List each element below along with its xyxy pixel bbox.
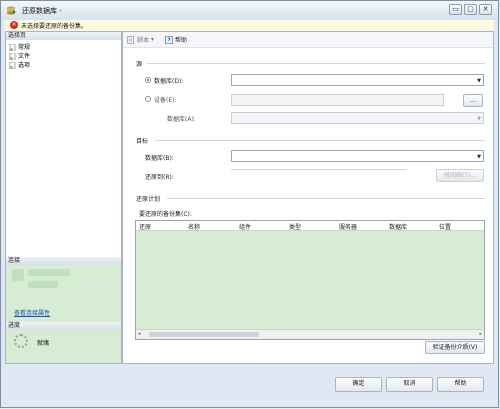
cancel-button[interactable]: 取消: [386, 377, 433, 392]
page-icon: [9, 44, 16, 51]
title-bar[interactable]: 还原数据库 - ▭ ▢ ✕: [1, 1, 498, 20]
select-page-header: 选择页: [6, 32, 121, 40]
connection-header: 连接: [6, 257, 121, 265]
table-header: 还原 名称 组件 类型 服务器 数据库 位置: [136, 221, 484, 231]
page-item-label: 文件: [18, 53, 31, 60]
device-database-label: 数据库(A):: [167, 116, 196, 123]
source-section-label: 源: [136, 61, 143, 68]
chevron-down-icon: ▼: [477, 154, 481, 160]
restore-plan-section-label: 还原计划: [136, 196, 161, 203]
scroll-right-icon[interactable]: ▸: [479, 331, 482, 337]
verify-backup-media-button[interactable]: 验证备份介质(V): [425, 341, 485, 354]
column-header-type[interactable]: 类型: [289, 222, 301, 231]
scroll-left-icon[interactable]: ◂: [138, 331, 141, 337]
page-icon: [9, 53, 16, 60]
target-divider: [155, 140, 485, 141]
page-item-label: 选项: [18, 62, 31, 69]
restore-to-value: [231, 169, 407, 170]
column-header-restore[interactable]: 还原: [139, 222, 151, 231]
database-restore-icon: [7, 6, 16, 15]
ok-button[interactable]: 确定: [335, 377, 382, 392]
view-connection-properties-link[interactable]: 查看连接属性: [14, 308, 50, 317]
target-database-select[interactable]: ▼: [231, 150, 484, 162]
minimize-button[interactable]: ▭: [449, 4, 462, 15]
page-item-files[interactable]: 文件: [9, 52, 30, 61]
left-panel: 选择页 常规 文件 选项 连接 查看连接属性 进度 就绪: [5, 31, 122, 364]
maximize-button[interactable]: ▢: [464, 4, 477, 15]
backup-sets-table[interactable]: 还原 名称 组件 类型 服务器 数据库 位置 ◂ ▸: [135, 220, 485, 340]
progress-status: 就绪: [37, 340, 50, 347]
window-title: 还原数据库 -: [22, 7, 62, 15]
scrollbar-thumb[interactable]: [149, 332, 259, 337]
column-header-database[interactable]: 数据库: [389, 222, 407, 231]
database-radio-label: 数据库(D):: [154, 78, 184, 85]
page-list: 常规 文件 选项: [9, 43, 30, 70]
connection-server-redacted: [28, 269, 70, 276]
restore-plan-divider: [167, 198, 485, 199]
help-label: 帮助: [175, 37, 188, 44]
toolbar: 脚本 ▾ 帮助: [123, 32, 493, 48]
source-divider: [147, 63, 485, 64]
device-radio[interactable]: [145, 96, 151, 102]
progress-spinner-icon: [14, 334, 28, 348]
column-header-name[interactable]: 名称: [188, 222, 200, 231]
page-icon: [9, 62, 16, 69]
device-path-input[interactable]: [231, 94, 444, 106]
script-button[interactable]: 脚本 ▾: [127, 35, 154, 44]
chevron-down-icon: ▾: [151, 36, 155, 43]
connection-user-redacted: [28, 281, 58, 288]
script-label: 脚本: [137, 37, 150, 44]
error-message: 未选择要还原的备份集。: [21, 23, 88, 30]
target-section-label: 目标: [136, 138, 149, 145]
column-header-location[interactable]: 位置: [439, 222, 451, 231]
browse-button[interactable]: ...: [463, 94, 483, 107]
help-button[interactable]: 帮助: [165, 35, 187, 44]
restore-to-label: 还原到(R):: [145, 174, 174, 181]
progress-header: 进度: [6, 322, 121, 330]
database-radio[interactable]: [145, 77, 151, 83]
column-header-component[interactable]: 组件: [239, 222, 251, 231]
close-button[interactable]: ✕: [479, 4, 492, 15]
page-item-label: 常规: [18, 44, 31, 51]
target-database-label: 数据库(B):: [145, 155, 174, 162]
page-item-general[interactable]: 常规: [9, 43, 30, 52]
error-icon: ✕: [10, 21, 18, 29]
horizontal-scrollbar[interactable]: ◂ ▸: [136, 329, 484, 339]
device-database-select[interactable]: ▼: [231, 112, 484, 124]
help-icon: [165, 35, 173, 44]
device-radio-label: 设备(E):: [154, 97, 177, 104]
source-database-select[interactable]: ▼: [231, 74, 484, 86]
page-item-options[interactable]: 选项: [9, 61, 30, 70]
chevron-down-icon: ▼: [477, 78, 481, 84]
server-icon: [12, 269, 24, 281]
backup-sets-label: 要还原的备份集(C):: [139, 211, 192, 218]
main-panel: 脚本 ▾ 帮助 源 数据库(D): ▼ 设备(E): ... 数据库(A): ▼…: [122, 31, 494, 364]
chevron-down-icon: ▼: [477, 116, 481, 122]
column-header-server[interactable]: 服务器: [339, 222, 357, 231]
help-footer-button[interactable]: 帮助: [437, 377, 484, 392]
timeline-button[interactable]: 时间线(T)...: [436, 169, 484, 182]
script-icon: [127, 35, 134, 44]
